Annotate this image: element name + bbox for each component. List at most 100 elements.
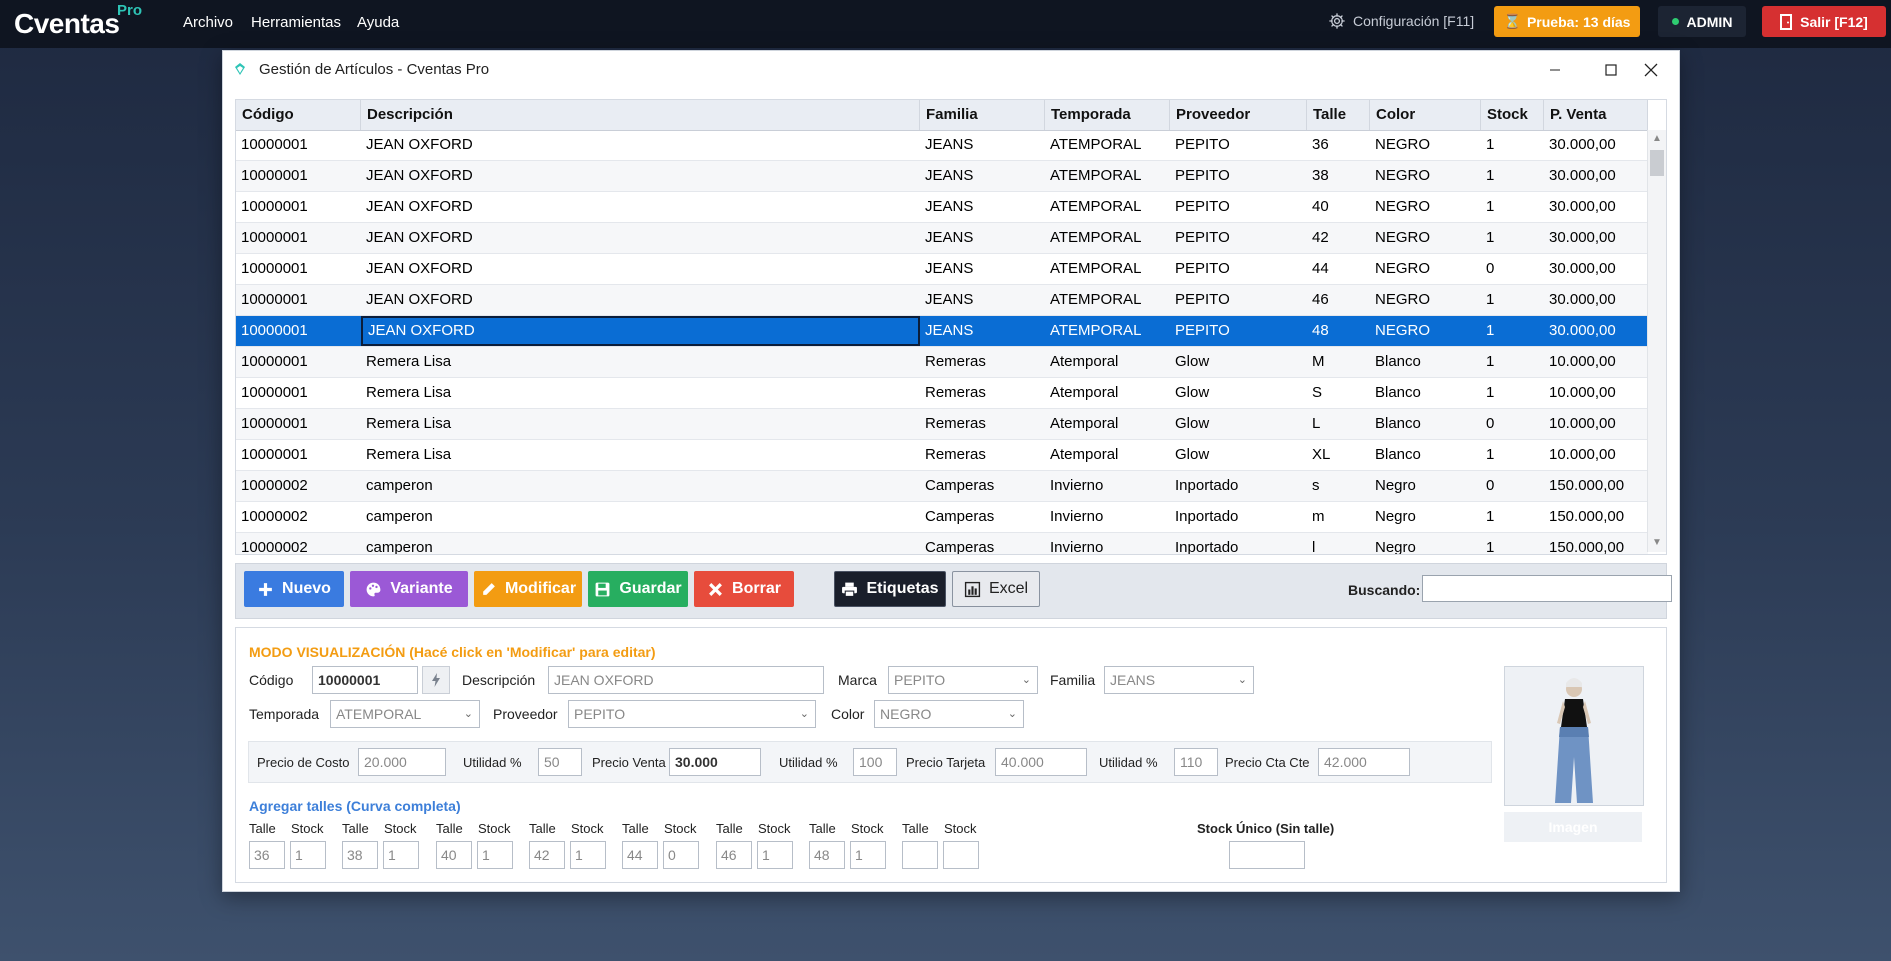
cell-precio-venta[interactable]: 30.000,00	[1544, 316, 1648, 346]
cell-descripcion[interactable]: camperon	[361, 502, 920, 532]
cell-familia[interactable]: Camperas	[920, 533, 1045, 554]
cell-color[interactable]: Blanco	[1370, 409, 1481, 439]
cell-familia[interactable]: Remeras	[920, 409, 1045, 439]
col-header-color[interactable]: Color	[1370, 100, 1481, 130]
menu-herramientas[interactable]: Herramientas	[251, 14, 341, 31]
table-row[interactable]: 10000001 JEAN OXFORD JEANS ATEMPORAL PEPITO 4…	[236, 316, 1648, 347]
cell-stock[interactable]: 1	[1481, 161, 1544, 191]
cell-familia[interactable]: JEANS	[920, 316, 1045, 346]
talle-field[interactable]: 42	[529, 841, 565, 869]
stock-field[interactable]	[943, 841, 979, 869]
cell-proveedor[interactable]: Inportado	[1170, 502, 1307, 532]
table-row[interactable]: 10000002 camperon Camperas Invierno Inportad…	[236, 471, 1648, 502]
table-row[interactable]: 10000001 JEAN OXFORD JEANS ATEMPORAL PEPITO 4…	[236, 285, 1648, 316]
cell-stock[interactable]: 0	[1481, 409, 1544, 439]
table-row[interactable]: 10000001 Remera Lisa Remeras Atemporal Glow M…	[236, 347, 1648, 378]
cell-color[interactable]: Blanco	[1370, 347, 1481, 377]
col-header-precio-venta[interactable]: P. Venta	[1544, 100, 1648, 130]
new-button[interactable]: Nuevo	[244, 571, 344, 607]
cell-color[interactable]: NEGRO	[1370, 223, 1481, 253]
cell-temporada[interactable]: ATEMPORAL	[1045, 316, 1170, 346]
cell-temporada[interactable]: ATEMPORAL	[1045, 285, 1170, 315]
cell-familia[interactable]: JEANS	[920, 130, 1045, 160]
cell-familia[interactable]: Remeras	[920, 378, 1045, 408]
cell-talle[interactable]: 48	[1307, 316, 1370, 346]
marca-select[interactable]: PEPITO ⌄	[888, 666, 1038, 694]
col-header-proveedor[interactable]: Proveedor	[1170, 100, 1307, 130]
cell-proveedor[interactable]: Glow	[1170, 409, 1307, 439]
scroll-down-icon[interactable]: ▼	[1651, 537, 1663, 549]
cell-temporada[interactable]: Atemporal	[1045, 409, 1170, 439]
cell-color[interactable]: NEGRO	[1370, 130, 1481, 160]
cell-precio-venta[interactable]: 150.000,00	[1544, 471, 1648, 501]
cell-codigo[interactable]: 10000002	[236, 533, 361, 554]
cell-precio-venta[interactable]: 10.000,00	[1544, 440, 1648, 470]
grid-vertical-scrollbar[interactable]: ▲ ▼	[1647, 130, 1666, 552]
cell-proveedor[interactable]: PEPITO	[1170, 285, 1307, 315]
cell-precio-venta[interactable]: 10.000,00	[1544, 347, 1648, 377]
col-header-familia[interactable]: Familia	[920, 100, 1045, 130]
stock-unico-field[interactable]	[1229, 841, 1305, 869]
codigo-field[interactable]: 10000001	[312, 666, 418, 694]
cell-proveedor[interactable]: Glow	[1170, 440, 1307, 470]
cell-proveedor[interactable]: PEPITO	[1170, 254, 1307, 284]
cell-precio-venta[interactable]: 30.000,00	[1544, 130, 1648, 160]
cell-temporada[interactable]: Invierno	[1045, 502, 1170, 532]
cell-codigo[interactable]: 10000001	[236, 161, 361, 191]
table-row[interactable]: 10000001 JEAN OXFORD JEANS ATEMPORAL PEPITO 4…	[236, 192, 1648, 223]
table-row[interactable]: 10000002 camperon Camperas Invierno Inportad…	[236, 533, 1648, 554]
stock-field[interactable]: 1	[290, 841, 326, 869]
col-header-talle[interactable]: Talle	[1307, 100, 1370, 130]
cell-precio-venta[interactable]: 30.000,00	[1544, 223, 1648, 253]
cell-descripcion[interactable]: JEAN OXFORD	[361, 285, 920, 315]
talle-field[interactable]: 44	[622, 841, 658, 869]
cell-familia[interactable]: JEANS	[920, 161, 1045, 191]
col-header-codigo[interactable]: Código	[236, 100, 361, 130]
cell-temporada[interactable]: ATEMPORAL	[1045, 161, 1170, 191]
cell-codigo[interactable]: 10000001	[236, 440, 361, 470]
cell-precio-venta[interactable]: 150.000,00	[1544, 533, 1648, 554]
col-header-temporada[interactable]: Temporada	[1045, 100, 1170, 130]
cell-color[interactable]: Blanco	[1370, 440, 1481, 470]
table-row[interactable]: 10000001 JEAN OXFORD JEANS ATEMPORAL PEPITO 3…	[236, 130, 1648, 161]
stock-field[interactable]: 1	[850, 841, 886, 869]
cell-stock[interactable]: 1	[1481, 347, 1544, 377]
cell-codigo[interactable]: 10000001	[236, 254, 361, 284]
cell-familia[interactable]: Camperas	[920, 502, 1045, 532]
cell-familia[interactable]: JEANS	[920, 285, 1045, 315]
cell-talle[interactable]: L	[1307, 409, 1370, 439]
cell-precio-venta[interactable]: 30.000,00	[1544, 254, 1648, 284]
cell-temporada[interactable]: Atemporal	[1045, 347, 1170, 377]
precio-tarjeta-field[interactable]: 40.000	[995, 748, 1087, 776]
talle-field[interactable]: 36	[249, 841, 285, 869]
cell-color[interactable]: Negro	[1370, 471, 1481, 501]
cell-temporada[interactable]: Atemporal	[1045, 440, 1170, 470]
cell-proveedor[interactable]: Inportado	[1170, 471, 1307, 501]
cell-descripcion[interactable]: JEAN OXFORD	[361, 192, 920, 222]
cell-descripcion[interactable]: Remera Lisa	[361, 347, 920, 377]
cell-descripcion[interactable]: JEAN OXFORD	[361, 161, 920, 191]
articles-grid[interactable]: Código Descripción Familia Temporada Pro…	[235, 99, 1667, 555]
cell-familia[interactable]: Remeras	[920, 347, 1045, 377]
col-header-stock[interactable]: Stock	[1481, 100, 1544, 130]
cell-talle[interactable]: S	[1307, 378, 1370, 408]
cell-stock[interactable]: 1	[1481, 130, 1544, 160]
delete-button[interactable]: Borrar	[694, 571, 794, 607]
proveedor-select[interactable]: PEPITO ⌄	[568, 700, 816, 728]
cell-descripcion[interactable]: camperon	[361, 533, 920, 554]
table-row[interactable]: 10000001 Remera Lisa Remeras Atemporal Glow S…	[236, 378, 1648, 409]
cell-stock[interactable]: 1	[1481, 316, 1544, 346]
temporada-select[interactable]: ATEMPORAL ⌄	[330, 700, 480, 728]
scroll-up-icon[interactable]: ▲	[1651, 133, 1663, 145]
scroll-thumb[interactable]	[1650, 150, 1664, 176]
talle-field[interactable]: 40	[436, 841, 472, 869]
utilidad-3-field[interactable]: 110	[1174, 748, 1218, 776]
talle-field[interactable]	[902, 841, 938, 869]
cell-color[interactable]: NEGRO	[1370, 254, 1481, 284]
cell-precio-venta[interactable]: 150.000,00	[1544, 502, 1648, 532]
cell-talle[interactable]: m	[1307, 502, 1370, 532]
precio-venta-field[interactable]: 30.000	[669, 748, 761, 776]
descripcion-field[interactable]: JEAN OXFORD	[548, 666, 824, 694]
cell-descripcion[interactable]: Remera Lisa	[361, 440, 920, 470]
cell-precio-venta[interactable]: 10.000,00	[1544, 378, 1648, 408]
